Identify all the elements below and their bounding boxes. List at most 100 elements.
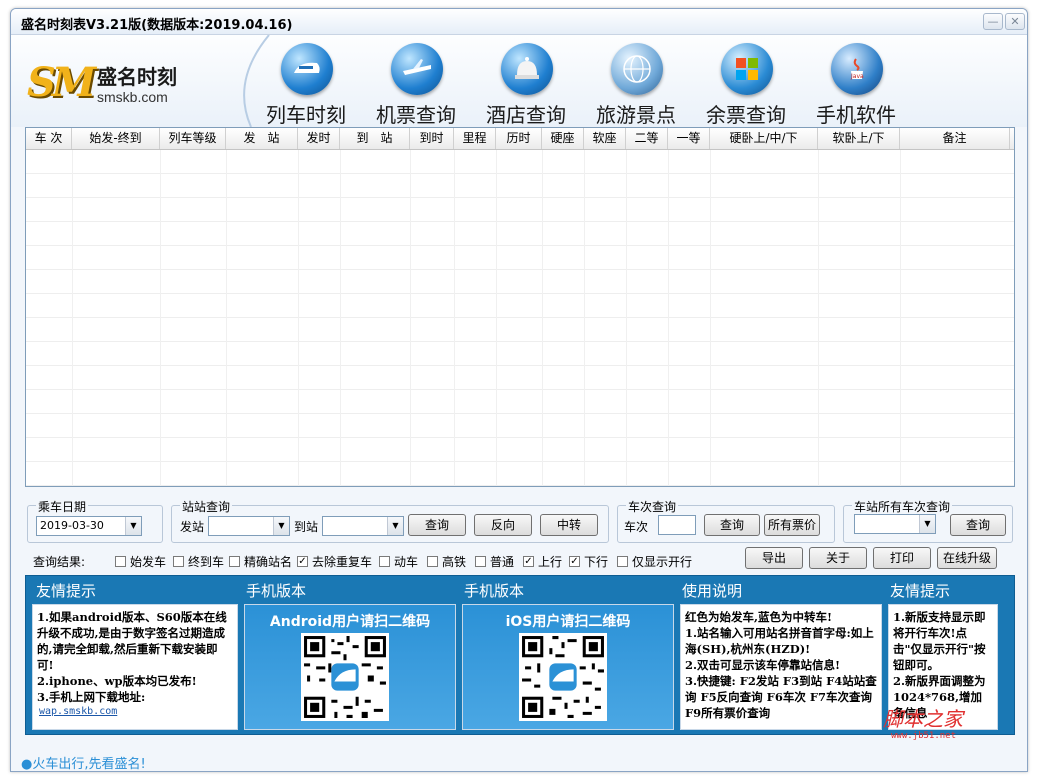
- online-upgrade-button[interactable]: 在线升级: [937, 547, 997, 569]
- nav-train-schedule[interactable]: 列车时刻: [251, 39, 361, 127]
- col-header[interactable]: 历时: [496, 128, 542, 149]
- from-station-combo[interactable]: ▼: [208, 516, 290, 536]
- filter-label: 查询结果:: [33, 555, 86, 569]
- checkbox-box[interactable]: [173, 556, 184, 567]
- col-header[interactable]: 发 站: [226, 128, 298, 149]
- table-body[interactable]: [26, 150, 1014, 486]
- grid-line: [226, 150, 227, 486]
- checkbox-box[interactable]: [115, 556, 126, 567]
- nav-label: 酒店查询: [486, 103, 566, 127]
- col-header[interactable]: 一等: [668, 128, 710, 149]
- train-icon: [281, 43, 333, 95]
- checkbox-box[interactable]: [617, 556, 628, 567]
- checkbox-box[interactable]: [379, 556, 390, 567]
- train-number-label: 车次: [624, 520, 649, 534]
- check-icon[interactable]: ✓: [569, 556, 580, 567]
- usage-title: 使用说明: [682, 582, 743, 600]
- station-group-title: 站站查询: [180, 498, 233, 515]
- all-fares-button[interactable]: 所有票价: [764, 514, 820, 536]
- nav-hotel-query[interactable]: 酒店查询: [471, 39, 581, 127]
- date-group: 乘车日期 2019-03-30 ▼: [27, 498, 163, 543]
- grid-line: [160, 150, 161, 486]
- about-button[interactable]: 关于: [809, 547, 867, 569]
- check-icon[interactable]: ✓: [523, 556, 534, 567]
- filter-terminal-checkbox[interactable]: 终到车: [173, 553, 224, 570]
- col-header[interactable]: 里程: [454, 128, 496, 149]
- station-combo[interactable]: ▼: [854, 514, 936, 534]
- grid-line: [340, 150, 341, 486]
- col-header[interactable]: 软座: [584, 128, 626, 149]
- footer-slogan: ●火车出行,先看盛名!: [21, 757, 146, 772]
- nav-label: 机票查询: [376, 103, 456, 127]
- transfer-query-button[interactable]: 中转: [540, 514, 598, 536]
- grid-line: [72, 150, 73, 486]
- col-header[interactable]: 硬座: [542, 128, 584, 149]
- nav-mobile-software[interactable]: Java 手机软件: [801, 39, 911, 127]
- nav-label: 列车时刻: [266, 103, 346, 127]
- checkbox-box[interactable]: [229, 556, 240, 567]
- chevron-down-icon[interactable]: ▼: [273, 517, 289, 535]
- airplane-icon: [391, 43, 443, 95]
- col-header[interactable]: 备注: [900, 128, 1010, 149]
- filter-up-checkbox[interactable]: ✓ 上行: [523, 553, 562, 570]
- filter-running-only-checkbox[interactable]: 仅显示开行: [617, 553, 692, 570]
- app-logo: SM 盛名时刻 smskb.com: [27, 57, 207, 117]
- col-header[interactable]: 车 次: [26, 128, 72, 149]
- col-header[interactable]: 始发-终到: [72, 128, 160, 149]
- grid-line: [818, 150, 819, 486]
- date-picker[interactable]: 2019-03-30 ▼: [36, 516, 142, 536]
- col-header[interactable]: 二等: [626, 128, 668, 149]
- logo-en: smskb.com: [97, 89, 168, 105]
- train-query-button[interactable]: 查询: [704, 514, 760, 536]
- info-panels: 友情提示 1.如果android版本、S60版本在线升级不成功,是由于数字签名过…: [25, 575, 1015, 735]
- watermark-url: www.jb51.net: [891, 731, 957, 741]
- export-button[interactable]: 导出: [745, 547, 803, 569]
- station-trains-query-button[interactable]: 查询: [950, 514, 1006, 536]
- filter-exact-name-checkbox[interactable]: 精确站名: [229, 553, 292, 570]
- chevron-down-icon[interactable]: ▼: [125, 517, 141, 535]
- tip1-title: 友情提示: [36, 582, 97, 600]
- reverse-query-button[interactable]: 反向: [474, 514, 532, 536]
- station-query-button[interactable]: 查询: [408, 514, 466, 536]
- col-header[interactable]: 软卧上/下: [818, 128, 900, 149]
- col-header[interactable]: 到 站: [340, 128, 410, 149]
- station-all-trains-title: 车站所有车次查询: [852, 498, 953, 515]
- checkbox-box[interactable]: [427, 556, 438, 567]
- filter-dedupe-checkbox[interactable]: ✓ 去除重复车: [297, 553, 372, 570]
- to-station-combo[interactable]: ▼: [322, 516, 404, 536]
- logo-cn: 盛名时刻: [97, 65, 177, 89]
- col-header[interactable]: 硬卧上/中/下: [710, 128, 818, 149]
- close-button[interactable]: ✕: [1005, 13, 1025, 30]
- from-station-label: 发站: [180, 520, 205, 534]
- col-header[interactable]: 发时: [298, 128, 340, 149]
- filter-highspeed-checkbox[interactable]: 高铁: [427, 553, 466, 570]
- filter-emu-checkbox[interactable]: 动车: [379, 553, 418, 570]
- download-link[interactable]: wap.smskb.com: [39, 706, 117, 717]
- print-button[interactable]: 打印: [873, 547, 931, 569]
- nav-remaining-tickets[interactable]: 余票查询: [691, 39, 801, 127]
- train-results-table[interactable]: 车 次 始发-终到 列车等级 发 站 发时 到 站 到时 里程 历时 硬座 软座…: [25, 127, 1015, 487]
- chevron-down-icon[interactable]: ▼: [387, 517, 403, 535]
- grid-line: [298, 150, 299, 486]
- ios-title: 手机版本: [464, 582, 525, 600]
- tip2-title: 友情提示: [890, 582, 951, 600]
- title-bar: 盛名时刻表V3.21版(数据版本:2019.04.16) — ✕: [11, 9, 1027, 35]
- nav-flight-query[interactable]: 机票查询: [361, 39, 471, 127]
- chevron-down-icon[interactable]: ▼: [919, 515, 935, 533]
- filter-normal-checkbox[interactable]: 普通: [475, 553, 514, 570]
- train-group-title: 车次查询: [626, 498, 679, 515]
- train-number-input[interactable]: [658, 515, 696, 535]
- tip1-text: 1.如果android版本、S60版本在线升级不成功,是由于数字签名过期造成的,…: [37, 610, 227, 704]
- window-title: 盛名时刻表V3.21版(数据版本:2019.04.16): [21, 18, 293, 33]
- checkbox-box[interactable]: [475, 556, 486, 567]
- col-header[interactable]: 列车等级: [160, 128, 226, 149]
- check-icon[interactable]: ✓: [297, 556, 308, 567]
- col-header[interactable]: 到时: [410, 128, 454, 149]
- filter-down-checkbox[interactable]: ✓ 下行: [569, 553, 608, 570]
- minimize-button[interactable]: —: [983, 13, 1003, 30]
- usage-panel: 红色为始发车,蓝色为中转车! 1.站名输入可用站名拼音首字母:如上海(SH),杭…: [680, 604, 882, 730]
- date-group-title: 乘车日期: [36, 498, 89, 515]
- filter-origin-checkbox[interactable]: 始发车: [115, 553, 166, 570]
- nav-label: 余票查询: [706, 103, 786, 127]
- nav-tourism[interactable]: 旅游景点: [581, 39, 691, 127]
